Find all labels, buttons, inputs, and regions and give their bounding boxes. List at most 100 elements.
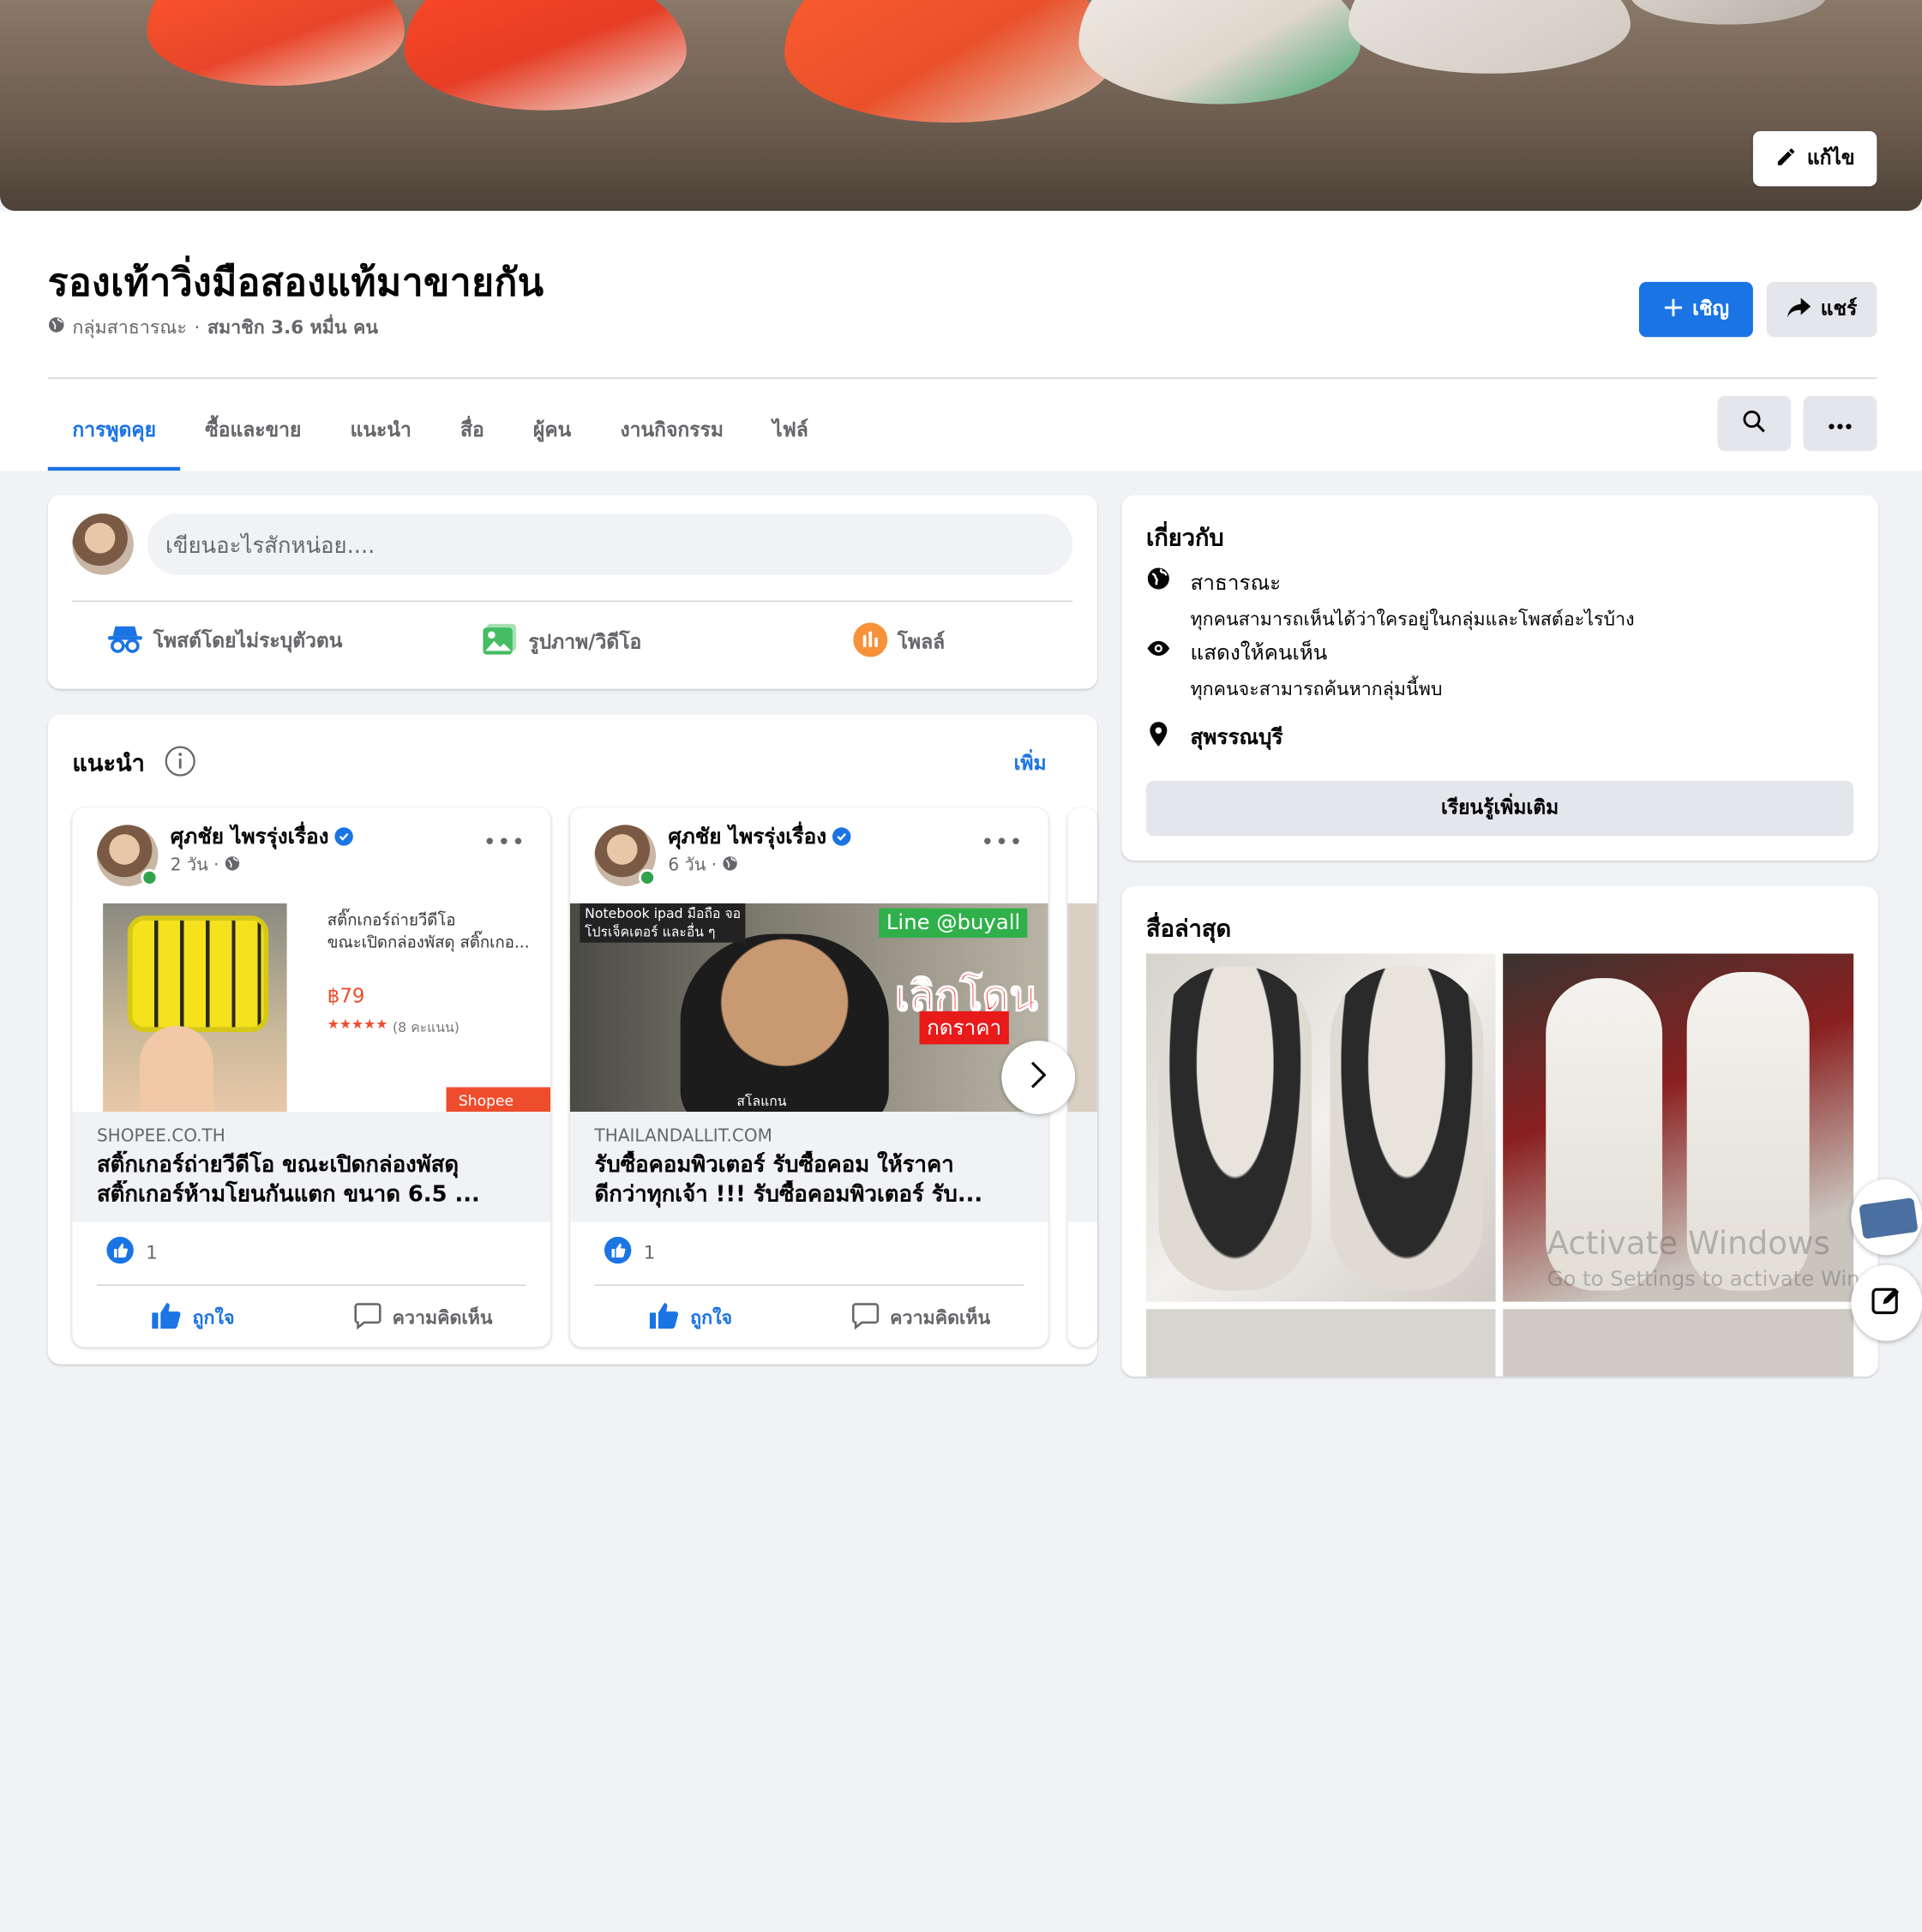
post-options-icon[interactable]: •••	[484, 830, 526, 855]
compose-icon	[1871, 1285, 1902, 1322]
comment-button[interactable]: ความคิดเห็น	[353, 1300, 493, 1335]
anonymous-post-button[interactable]: โพสต์โดยไม่ระบุตัวตน	[106, 622, 342, 659]
share-arrow-icon	[1787, 296, 1811, 322]
tab-files[interactable]: ไฟล์	[748, 390, 833, 471]
preview-caption-line2: ขณะเปิดกล่องพัสดุ สติ๊กเกอ...	[327, 933, 530, 953]
location-pin-icon	[1146, 721, 1171, 754]
search-icon	[1742, 409, 1767, 438]
about-visible-desc: ทุกคนจะสามารถค้นหากลุ่มนี้พบ	[1190, 677, 1443, 700]
reaction-summary[interactable]: 1	[106, 1236, 158, 1269]
thumbs-up-icon	[648, 1300, 680, 1335]
post-time-text: 6 วัน ·	[668, 855, 718, 876]
globe-icon	[224, 855, 240, 875]
tab-media[interactable]: สื่อ	[435, 390, 508, 471]
online-status-dot	[639, 868, 657, 886]
like-button[interactable]: ถูกใจ	[151, 1300, 235, 1335]
overlay-text-line2: โปรเจ็คเตอร์ และอื่น ๆ	[585, 924, 716, 940]
featured-post-1: ศุภชัย ไพรรุ่งเรื่อง 2 วัน · ••• สติ๊กเก…	[72, 807, 551, 1347]
like-count: 1	[643, 1241, 656, 1264]
post-author[interactable]: ศุภชัย ไพรรุ่งเรื่อง	[170, 820, 354, 854]
link-title-line1: รับซื้อคอมพิวเตอร์ รับซื้อคอม ให้ราคา	[594, 1152, 954, 1179]
group-tabs: การพูดคุย ซื้อและขาย แนะนำ สื่อ ผู้คน งา…	[47, 390, 833, 471]
share-button[interactable]: แชร์	[1766, 281, 1877, 338]
photo-video-button[interactable]: รูปภาพ/วิดีโอ	[482, 622, 641, 662]
post-author[interactable]: ศุภชัย ไพรรุ่งเรื่อง	[668, 820, 851, 854]
learn-more-button[interactable]: เรียนรู้เพิ่มเติม	[1146, 780, 1854, 837]
member-count[interactable]: สมาชิก 3.6 หมื่น คน	[207, 313, 378, 342]
comment-button[interactable]: ความคิดเห็น	[850, 1300, 990, 1335]
comment-icon	[353, 1300, 382, 1335]
tab-buy-sell[interactable]: ซื้อและขาย	[181, 390, 326, 471]
media-thumbnail-3[interactable]	[1146, 1309, 1496, 1377]
preview-caption-line1: สติ๊กเกอร์ถ่ายวีดีโอ	[327, 911, 456, 931]
thumbs-up-icon	[151, 1300, 183, 1335]
featured-post-2: ศุภชัย ไพรรุ่งเรื่อง 6 วัน · ••• Noteboo…	[569, 807, 1048, 1347]
overlay-text-line1: Notebook ipad มือถือ จอ	[585, 905, 742, 922]
media-thumbnail-1[interactable]	[1146, 953, 1496, 1302]
header-divider	[47, 377, 1877, 379]
activation-watermark-title: Activate Windows	[1547, 1226, 1830, 1263]
online-status-dot	[141, 868, 159, 886]
chevron-right-icon	[1029, 1060, 1048, 1095]
info-icon[interactable]	[165, 745, 196, 782]
featured-title: แนะนำ	[72, 745, 145, 782]
overlay-subheadline: กดราคา	[919, 1011, 1009, 1045]
shopee-logo: Shopee	[446, 1087, 551, 1113]
photo-icon	[482, 622, 519, 662]
recent-media-title: สื่อล่าสุด	[1146, 915, 1232, 943]
rating-count: (8 คะแนน)	[393, 1019, 459, 1036]
globe-icon	[1146, 567, 1171, 634]
link-preview-meta[interactable]: SHOPEE.CO.TH สติ๊กเกอร์ถ่ายวีดีโอ ขณะเปิ…	[72, 1112, 551, 1222]
plus-icon	[1663, 297, 1683, 322]
about-public: สาธารณะ ทุกคนสามารถเห็นได้ว่าใครอยู่ในกล…	[1146, 567, 1635, 634]
media-thumbnail-4[interactable]	[1503, 1309, 1854, 1377]
post-timestamp[interactable]: 2 วัน ·	[171, 852, 240, 879]
composer-divider	[72, 600, 1073, 603]
about-location-text[interactable]: สุพรรณบุรี	[1191, 721, 1283, 754]
globe-icon	[48, 316, 65, 339]
new-message-button[interactable]	[1851, 1264, 1922, 1341]
like-button[interactable]: ถูกใจ	[648, 1300, 732, 1335]
person-in-video	[680, 933, 889, 1113]
eye-icon	[1146, 636, 1171, 704]
compose-input[interactable]: เขียนอะไรสักหน่อย....	[147, 513, 1073, 575]
group-title[interactable]: รองเท้าวิ่งมือสองแท้มาขายกัน	[48, 251, 544, 313]
post-composer: เขียนอะไรสักหน่อย.... โพสต์โดยไม่ระบุตัว…	[47, 495, 1097, 689]
sticker-photo	[103, 903, 287, 1113]
reaction-summary[interactable]: 1	[604, 1236, 656, 1269]
tab-people[interactable]: ผู้คน	[508, 390, 596, 471]
link-preview-meta[interactable]: THAILANDALLIT.COM รับซื้อคอมพิวเตอร์ รับ…	[569, 1112, 1048, 1222]
like-label: ถูกใจ	[192, 1306, 235, 1329]
rating-stars: ★★★★★	[327, 1016, 388, 1033]
floating-chat-thumbnail[interactable]	[1851, 1179, 1922, 1256]
more-options-button[interactable]	[1803, 395, 1877, 452]
about-location: สุพรรณบุรี	[1146, 721, 1283, 754]
preview-caption: สติ๊กเกอร์ถ่ายวีดีโอ ขณะเปิดกล่องพัสดุ ส…	[327, 910, 530, 954]
carousel-next-button[interactable]	[1001, 1041, 1076, 1114]
overlay-text-top: Notebook ipad มือถือ จอ โปรเจ็คเตอร์ และ…	[580, 903, 746, 943]
post-time-text: 2 วัน ·	[170, 855, 219, 876]
like-reaction-icon	[604, 1236, 632, 1269]
incognito-icon	[106, 622, 143, 659]
edit-cover-button[interactable]: แก้ไข	[1752, 131, 1877, 187]
invite-button[interactable]: เชิญ	[1638, 281, 1753, 338]
search-button[interactable]	[1717, 395, 1792, 452]
tab-discussion[interactable]: การพูดคุย	[47, 390, 182, 471]
post-options-icon[interactable]: •••	[981, 830, 1024, 855]
about-visible-title: แสดงให้คนเห็น	[1190, 640, 1328, 666]
link-preview-image[interactable]: Notebook ipad มือถือ จอ โปรเจ็คเตอร์ และ…	[569, 903, 1048, 1113]
tab-featured[interactable]: แนะนำ	[326, 390, 435, 471]
tab-events[interactable]: งานกิจกรรม	[596, 390, 748, 471]
link-preview-meta	[1067, 1112, 1097, 1222]
share-label: แชร์	[1820, 297, 1858, 321]
poll-button[interactable]: โพลล์	[853, 622, 945, 662]
link-preview-image[interactable]: สติ๊กเกอร์ถ่ายวีดีโอ ขณะเปิดกล่องพัสดุ ส…	[72, 903, 551, 1113]
featured-more-link[interactable]: เพิ่ม	[1014, 749, 1047, 780]
post-author-name: ศุภชัย ไพรรุ่งเรื่อง	[170, 825, 329, 849]
invite-label: เชิญ	[1692, 297, 1729, 321]
post-author-name: ศุภชัย ไพรรุ่งเรื่อง	[668, 825, 827, 849]
privacy-label[interactable]: กลุ่มสาธารณะ	[72, 313, 187, 342]
photo-video-label: รูปภาพ/วิดีโอ	[528, 629, 642, 653]
user-avatar[interactable]	[72, 513, 134, 575]
post-timestamp[interactable]: 6 วัน ·	[668, 852, 737, 879]
